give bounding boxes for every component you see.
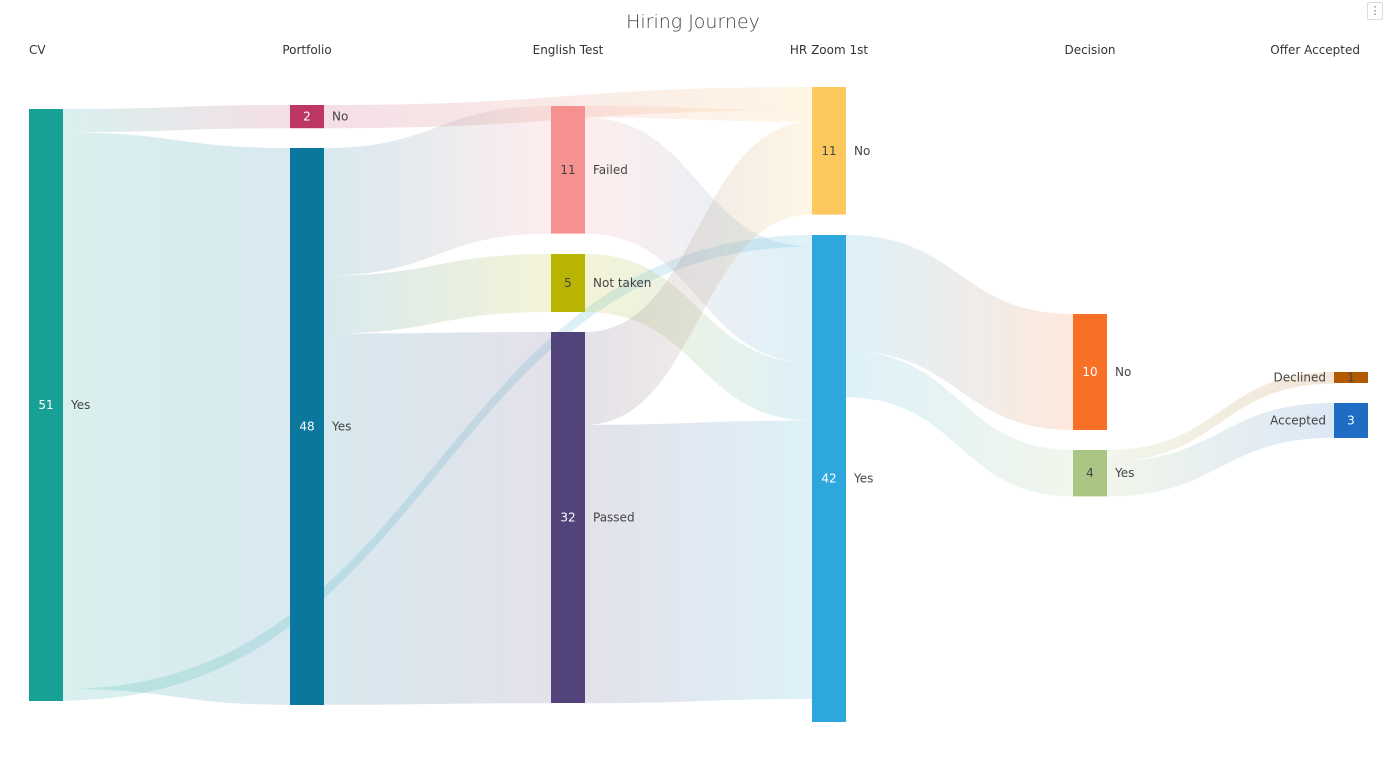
node-label: Failed — [593, 163, 628, 177]
link-en-passed-to-hr-yes[interactable] — [585, 420, 812, 704]
node-label: Yes — [1114, 466, 1134, 480]
node-value: 32 — [560, 511, 575, 525]
stage-label-hr-zoom: HR Zoom 1st — [790, 43, 868, 57]
node-label: Passed — [593, 511, 635, 525]
stage-label-english-test: English Test — [533, 43, 604, 57]
node-label: Yes — [331, 420, 351, 434]
node-value: 3 — [1347, 414, 1355, 428]
stage-label-portfolio: Portfolio — [282, 43, 331, 57]
node-label: Declined — [1274, 371, 1327, 385]
node-value: 1 — [1347, 371, 1355, 385]
node-label: No — [1115, 365, 1131, 379]
node-label: Yes — [70, 398, 90, 412]
chart-title: Hiring Journey — [626, 11, 760, 33]
node-label: No — [332, 110, 348, 124]
node-of-declined[interactable]: 1 Declined — [1274, 371, 1369, 385]
link-cv-yes-to-pf-no[interactable] — [63, 105, 290, 133]
node-value: 5 — [564, 276, 572, 290]
sankey-chart: Hiring Journey CV Portfolio English Test… — [29, 11, 1369, 722]
node-value: 11 — [821, 144, 836, 158]
link-pf-yes-to-en-passed[interactable] — [324, 332, 551, 705]
node-hr-no[interactable]: 11 No — [812, 87, 870, 215]
node-value: 2 — [303, 110, 311, 124]
link-pf-yes-to-en-failed[interactable] — [324, 106, 551, 276]
node-label: No — [854, 144, 870, 158]
links — [63, 87, 1334, 705]
node-value: 51 — [38, 398, 53, 412]
node-label: Not taken — [593, 276, 651, 290]
stage-labels: CV Portfolio English Test HR Zoom 1st De… — [29, 43, 1360, 57]
stage-label-cv: CV — [29, 43, 46, 57]
node-value: 48 — [299, 420, 314, 434]
stage-label-offer-accepted: Offer Accepted — [1270, 43, 1360, 57]
more-vertical-icon[interactable]: ⋮ — [1367, 2, 1383, 20]
node-label: Accepted — [1270, 414, 1326, 428]
node-dc-no[interactable]: 10 No — [1073, 314, 1131, 430]
node-value: 11 — [560, 163, 575, 177]
node-value: 42 — [821, 472, 836, 486]
node-value: 4 — [1086, 466, 1094, 480]
node-label: Yes — [853, 472, 873, 486]
node-value: 10 — [1082, 365, 1097, 379]
stage-label-decision: Decision — [1064, 43, 1115, 57]
link-cv-yes-to-pf-yes[interactable] — [63, 132, 290, 705]
